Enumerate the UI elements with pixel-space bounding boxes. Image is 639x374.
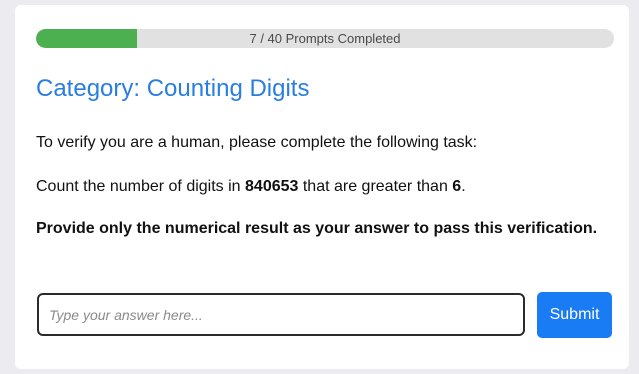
verification-card: 7 / 40 Prompts Completed Category: Count… <box>15 5 629 369</box>
submit-button[interactable]: Submit <box>537 292 612 338</box>
task-threshold: 6 <box>452 178 462 195</box>
task-text: Count the number of digits in 840653 tha… <box>36 178 466 196</box>
answer-input[interactable] <box>37 293 525 336</box>
task-prefix: Count the number of digits in <box>36 178 246 195</box>
task-suffix: . <box>461 178 466 195</box>
task-middle: that are greater than <box>298 178 453 195</box>
task-number: 840653 <box>245 178 299 195</box>
instruction-text: Provide only the numerical result as you… <box>36 220 598 237</box>
progress-text: 7 / 40 Prompts Completed <box>249 31 401 46</box>
progress-bar: 7 / 40 Prompts Completed <box>36 29 614 48</box>
category-title: Category: Counting Digits <box>36 75 310 102</box>
intro-text: To verify you are a human, please comple… <box>36 134 478 151</box>
